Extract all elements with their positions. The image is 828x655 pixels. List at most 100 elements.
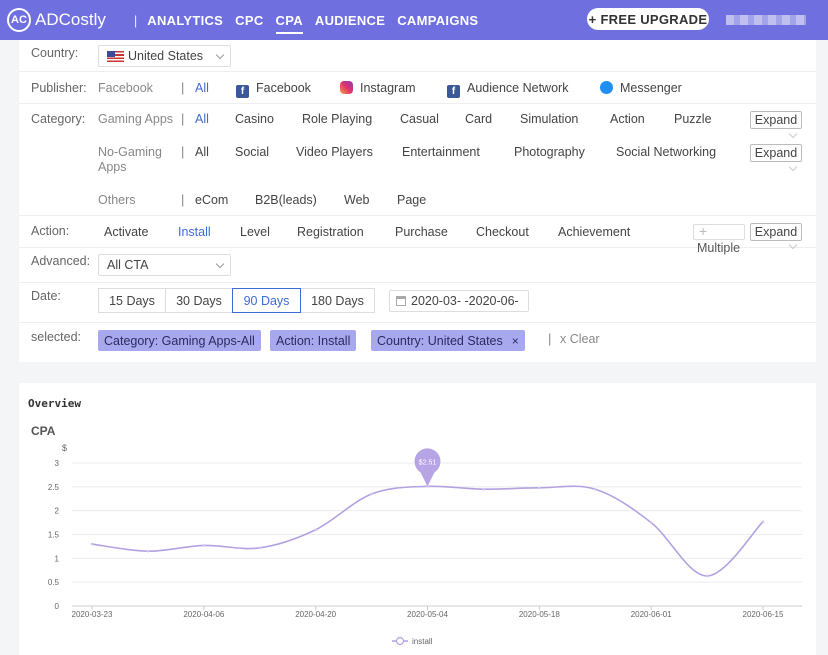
gaming-option-card[interactable]: Card — [465, 112, 492, 126]
data-point — [593, 487, 597, 491]
publisher-option-all[interactable]: All — [195, 81, 209, 95]
chevron-down-icon — [788, 129, 798, 139]
nongaming-option-entertainment[interactable]: Entertainment — [402, 145, 480, 159]
date-range-value: 2020-03- -2020-06- — [411, 294, 519, 308]
action-expand-button[interactable]: Expand — [750, 223, 802, 241]
brand-mark-icon: AC — [7, 8, 31, 32]
gaming-expand-button[interactable]: Expand — [750, 111, 802, 129]
publisher-option-label: Audience Network — [467, 81, 569, 95]
nav-audience[interactable]: AUDIENCE — [315, 7, 385, 34]
y-tick-label: 1 — [55, 554, 60, 563]
cta-value: All CTA — [107, 258, 149, 272]
data-point — [258, 546, 262, 550]
publisher-row: Publisher: Facebook | All f Facebook Inst… — [19, 72, 816, 104]
action-option-install[interactable]: Install — [178, 225, 211, 239]
gaming-option-puzzle[interactable]: Puzzle — [674, 112, 712, 126]
selected-tag-action[interactable]: Action: Install — [270, 330, 357, 351]
gaming-option-casual[interactable]: Casual — [400, 112, 439, 126]
date-range-picker[interactable]: 2020-03- -2020-06- — [389, 290, 529, 312]
gaming-option-casino[interactable]: Casino — [235, 112, 274, 126]
action-option-achievement[interactable]: Achievement — [558, 225, 630, 239]
action-option-checkout[interactable]: Checkout — [476, 225, 529, 239]
data-point — [146, 549, 150, 553]
chevron-down-icon — [215, 50, 225, 60]
action-option-activate[interactable]: Activate — [104, 225, 148, 239]
days-30-button[interactable]: 30 Days — [165, 288, 233, 313]
cta-select[interactable]: All CTA — [98, 254, 231, 276]
filter-panel: Country: United States Publisher: Facebo… — [19, 40, 816, 362]
y-tick-label: 0 — [55, 602, 60, 611]
publisher-option-instagram[interactable]: Instagram — [340, 81, 416, 95]
nongaming-option-all[interactable]: All — [195, 145, 209, 159]
cpa-line-chart[interactable]: CPA $0 0.5 1 1.5 2 2.5 3 2020-03-23 2020-04-06 202… — [19, 383, 816, 655]
tooltip-value: $2.51 — [419, 459, 437, 466]
nongaming-option-photography[interactable]: Photography — [514, 145, 585, 159]
gaming-apps-label: Gaming Apps — [98, 112, 174, 126]
data-point — [761, 520, 765, 523]
divider: | — [548, 331, 552, 346]
nav-analytics[interactable]: ANALYTICS — [147, 7, 223, 34]
y-tick-label: 1.5 — [48, 531, 60, 540]
x-tick-label: 2020-06-01 — [631, 610, 672, 619]
selected-tag-category[interactable]: Category: Gaming Apps-All — [98, 330, 261, 351]
others-option-web[interactable]: Web — [344, 193, 369, 207]
country-value: United States — [128, 49, 204, 63]
nongaming-option-social-networking[interactable]: Social Networking — [616, 145, 716, 159]
publisher-option-facebook[interactable]: f Facebook — [236, 81, 311, 98]
days-180-button[interactable]: 180 Days — [300, 288, 375, 313]
country-label: Country: — [31, 46, 79, 60]
divider: | — [181, 80, 185, 95]
publisher-option-audience-network[interactable]: f Audience Network — [447, 81, 568, 98]
legend-marker — [395, 636, 405, 646]
y-tick-label: 2.5 — [48, 483, 60, 492]
publisher-option-label: Messenger — [620, 81, 682, 95]
others-option-ecom[interactable]: eCom — [195, 193, 228, 207]
nongaming-option-social[interactable]: Social — [235, 145, 269, 159]
gaming-option-simulation[interactable]: Simulation — [520, 112, 578, 126]
nav-cpa[interactable]: CPA — [275, 7, 303, 34]
instagram-icon — [340, 81, 353, 94]
x-tick-label: 2020-04-20 — [295, 610, 336, 619]
data-point — [482, 487, 485, 491]
y-tick-label: 2 — [55, 507, 60, 516]
chart-title: CPA — [31, 424, 56, 438]
date-row: Date: 15 Days 30 Days 90 Days 180 Days 2… — [19, 283, 816, 323]
country-select[interactable]: United States — [98, 45, 231, 67]
tag-text: Action: Install — [276, 333, 351, 348]
free-upgrade-button[interactable]: + FREE UPGRADE — [587, 8, 709, 30]
brand-logo[interactable]: AC ADCostly — [7, 8, 106, 32]
others-option-b2b[interactable]: B2B(leads) — [255, 193, 317, 207]
days-15-button[interactable]: 15 Days — [98, 288, 166, 313]
nav-campaigns[interactable]: CAMPAIGNS — [397, 7, 478, 34]
data-point — [202, 544, 206, 547]
nav-cpc[interactable]: CPC — [235, 7, 263, 34]
divider: | — [181, 144, 185, 159]
action-option-level[interactable]: Level — [240, 225, 270, 239]
multiple-input[interactable]: + — [693, 224, 745, 240]
days-90-button[interactable]: 90 Days — [232, 288, 301, 313]
close-icon[interactable]: × — [512, 334, 519, 348]
facebook-icon: f — [236, 85, 249, 98]
messenger-icon — [600, 81, 613, 94]
gaming-option-role-playing[interactable]: Role Playing — [302, 112, 372, 126]
clear-button[interactable]: x Clear — [560, 332, 600, 346]
category-label: Category: — [31, 112, 86, 126]
gaming-option-all[interactable]: All — [195, 112, 209, 126]
action-option-registration[interactable]: Registration — [297, 225, 364, 239]
gaming-option-action[interactable]: Action — [610, 112, 645, 126]
others-option-page[interactable]: Page — [397, 193, 426, 207]
action-label: Action: — [31, 224, 70, 238]
action-option-purchase[interactable]: Purchase — [395, 225, 448, 239]
overview-panel: Overview CPA $0 0.5 1 1.5 2 2.5 3 2020-03-23 2020… — [19, 383, 816, 655]
user-account-menu[interactable] — [726, 15, 806, 25]
nongaming-expand-button[interactable]: Expand — [750, 144, 802, 162]
selected-label: selected: — [31, 330, 82, 344]
nongaming-option-video-players[interactable]: Video Players — [296, 145, 373, 159]
publisher-option-label: Instagram — [360, 81, 416, 95]
tag-text: Category: Gaming Apps-All — [104, 333, 255, 348]
selected-row: selected: Category: Gaming Apps-All Acti… — [19, 323, 816, 362]
publisher-option-messenger[interactable]: Messenger — [600, 81, 682, 95]
date-label: Date: — [31, 289, 61, 303]
top-nav-bar: AC ADCostly | ANALYTICS CPC CPA AUDIENCE… — [0, 0, 828, 40]
selected-tag-country[interactable]: Country: United States × — [371, 330, 525, 351]
